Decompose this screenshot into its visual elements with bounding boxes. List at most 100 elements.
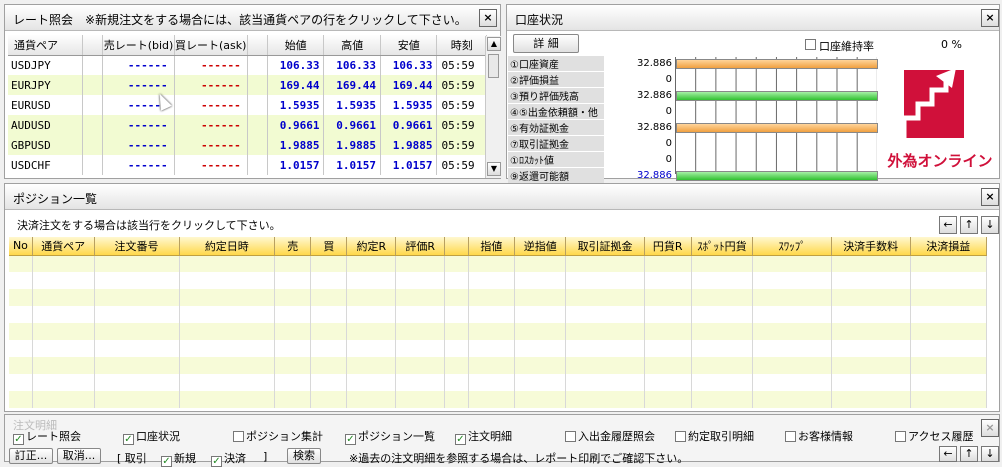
rate-open: 1.9885 xyxy=(267,135,325,155)
position-header[interactable] xyxy=(444,237,469,256)
rate-ask: ------ xyxy=(174,55,248,75)
check-icon: ✓ xyxy=(455,434,466,445)
account-bar-cell xyxy=(676,72,878,88)
position-cell xyxy=(32,289,95,306)
filter-new-checkbox[interactable]: ✓ 新規 xyxy=(161,450,196,467)
position-cell xyxy=(444,340,469,357)
position-header[interactable]: 決済手数料 xyxy=(831,237,911,256)
position-header[interactable]: ｽﾎﾟｯﾄ円貨 xyxy=(691,237,754,256)
position-header[interactable]: 注文番号 xyxy=(94,237,180,256)
rate-row[interactable]: EURJPY ------ ------ 169.44 169.44 169.44 05:5… xyxy=(8,75,487,95)
panel-toggle-checkbox[interactable]: アクセス履歴 xyxy=(895,428,973,444)
panel-toggle-checkbox[interactable]: お客様情報 xyxy=(785,428,853,444)
rate-open: 169.44 xyxy=(267,75,325,95)
position-cell xyxy=(691,289,754,306)
position-row[interactable] xyxy=(9,323,987,340)
scroll-down-icon[interactable]: ▼ xyxy=(487,162,501,176)
position-header[interactable]: 約定R xyxy=(346,237,397,256)
position-cell xyxy=(444,323,469,340)
position-up-button[interactable]: ↑ xyxy=(960,216,978,234)
position-header[interactable]: 評価R xyxy=(395,237,446,256)
position-cell xyxy=(514,391,567,408)
position-row[interactable] xyxy=(9,374,987,391)
position-cell xyxy=(9,289,33,306)
position-cell xyxy=(346,272,397,289)
header-low: 安値 xyxy=(380,35,438,56)
panel-toggle-checkbox[interactable]: ✓ ポジション一覧 xyxy=(345,428,435,445)
account-detail-button[interactable]: 詳 細 xyxy=(513,34,579,53)
order-down-button[interactable]: ↓ xyxy=(981,446,999,462)
position-header[interactable]: 逆指値 xyxy=(514,237,567,256)
header-spacer2 xyxy=(247,35,268,56)
position-cell xyxy=(395,289,446,306)
position-row[interactable] xyxy=(9,306,987,323)
rate-row[interactable]: EURUSD ------ ------ 1.5935 1.5935 1.5935 05:5… xyxy=(8,95,487,115)
rate-close-button[interactable]: × xyxy=(479,9,497,27)
scroll-up-icon[interactable]: ▲ xyxy=(487,37,501,51)
order-up-button[interactable]: ↑ xyxy=(960,446,978,462)
position-cell xyxy=(644,391,692,408)
panel-toggle-checkbox[interactable]: 入出金履歴照会 xyxy=(565,428,655,444)
panel-toggle-checkbox[interactable]: ✓ 注文明細 xyxy=(455,428,512,445)
panel-toggle-label: 約定取引明細 xyxy=(688,430,754,443)
position-row[interactable] xyxy=(9,357,987,374)
rate-ask: ------ xyxy=(174,75,248,95)
position-header[interactable]: 通貨ペア xyxy=(32,237,95,256)
position-cell xyxy=(444,255,469,272)
panel-toggle-checkbox[interactable]: 約定取引明細 xyxy=(675,428,754,444)
position-cell xyxy=(691,255,754,272)
rate-spacer xyxy=(82,95,104,115)
position-header[interactable]: 取引証拠金 xyxy=(565,237,645,256)
position-row[interactable] xyxy=(9,340,987,357)
position-left-button[interactable]: ← xyxy=(939,216,957,234)
position-header[interactable]: 決済損益 xyxy=(910,237,987,256)
position-cell xyxy=(752,340,832,357)
position-close-button[interactable]: × xyxy=(981,188,999,206)
rate-spacer xyxy=(247,75,268,95)
position-header[interactable]: No xyxy=(9,237,33,256)
rate-row[interactable]: USDJPY ------ ------ 106.33 106.33 106.33 05:5… xyxy=(8,55,487,75)
position-cell xyxy=(32,306,95,323)
position-row[interactable] xyxy=(9,391,987,408)
position-row[interactable] xyxy=(9,255,987,272)
account-close-button[interactable]: × xyxy=(981,9,999,27)
panel-toggle-checkbox[interactable]: ✓ 口座状況 xyxy=(123,428,180,445)
position-header[interactable]: 円貨R xyxy=(644,237,692,256)
position-cell xyxy=(644,340,692,357)
position-row[interactable] xyxy=(9,289,987,306)
position-cell xyxy=(32,272,95,289)
filter-settle-checkbox[interactable]: ✓ 決済 xyxy=(211,450,246,467)
header-time: 時刻 xyxy=(436,35,487,56)
panel-toggle-checkbox[interactable]: ポジション集計 xyxy=(233,428,323,444)
position-cell xyxy=(565,340,645,357)
rate-row[interactable]: AUDUSD ------ ------ 0.9661 0.9661 0.9661 05:5… xyxy=(8,115,487,135)
position-header[interactable]: 売 xyxy=(274,237,312,256)
position-cell xyxy=(752,391,832,408)
rate-row[interactable]: USDCHF ------ ------ 1.0157 1.0157 1.0157 05:5… xyxy=(8,155,487,175)
rate-pair: EURJPY xyxy=(8,75,84,95)
position-down-button[interactable]: ↓ xyxy=(981,216,999,234)
account-bar-cell xyxy=(676,120,878,136)
position-row[interactable] xyxy=(9,272,987,289)
rate-row[interactable]: GBPUSD ------ ------ 1.9885 1.9885 1.9885 05:5… xyxy=(8,135,487,155)
panel-toggle-checkbox[interactable]: ✓ レート照会 xyxy=(13,428,81,445)
position-header[interactable]: 買 xyxy=(310,237,348,256)
rate-scrollbar[interactable]: ▲ ▼ xyxy=(485,36,501,178)
position-header[interactable]: ｽﾜｯﾌﾟ xyxy=(752,237,832,256)
maintenance-checkbox-icon[interactable] xyxy=(805,39,816,50)
position-cell xyxy=(752,255,832,272)
order-close-button[interactable]: × xyxy=(981,419,999,437)
position-header[interactable]: 指値 xyxy=(468,237,516,256)
scroll-thumb[interactable] xyxy=(488,54,499,78)
position-cell xyxy=(274,391,312,408)
position-cell xyxy=(310,255,348,272)
account-row: ③預り評価残高 32.886 xyxy=(508,87,878,104)
position-cell xyxy=(644,289,692,306)
account-value: 0 xyxy=(665,138,672,149)
filter-new-label: 新規 xyxy=(174,452,196,465)
order-left-button[interactable]: ← xyxy=(939,446,957,462)
rate-body: USDJPY ------ ------ 106.33 106.33 106.33 05:5… xyxy=(8,55,487,175)
account-label: ②評価損益 xyxy=(508,71,604,88)
position-header[interactable]: 約定日時 xyxy=(179,237,276,256)
position-cell xyxy=(179,306,276,323)
